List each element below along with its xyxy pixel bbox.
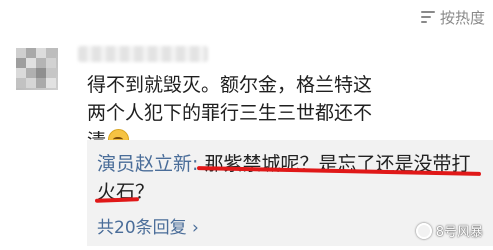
view-replies-link[interactable]: 共20条回复 › (97, 213, 199, 238)
chevron-right-icon: › (192, 218, 199, 238)
reply-count-label: 共20条回复 (97, 218, 187, 238)
watermark: 8号风暴 (415, 221, 483, 240)
avatar[interactable] (16, 48, 58, 90)
watermark-logo-icon (415, 222, 432, 239)
watermark-text: 8号风暴 (435, 225, 483, 240)
reply-body: 演员赵立新: 那紫禁城呢？是忘了还是没带打火石？ (97, 150, 477, 206)
sort-label: 按热度 (439, 8, 485, 27)
sort-by-hot-button[interactable]: 按热度 (420, 6, 485, 28)
reply-author-link[interactable]: 演员赵立新: (97, 153, 198, 175)
blurred-username[interactable] (78, 46, 208, 62)
sort-lines-icon (420, 11, 435, 23)
